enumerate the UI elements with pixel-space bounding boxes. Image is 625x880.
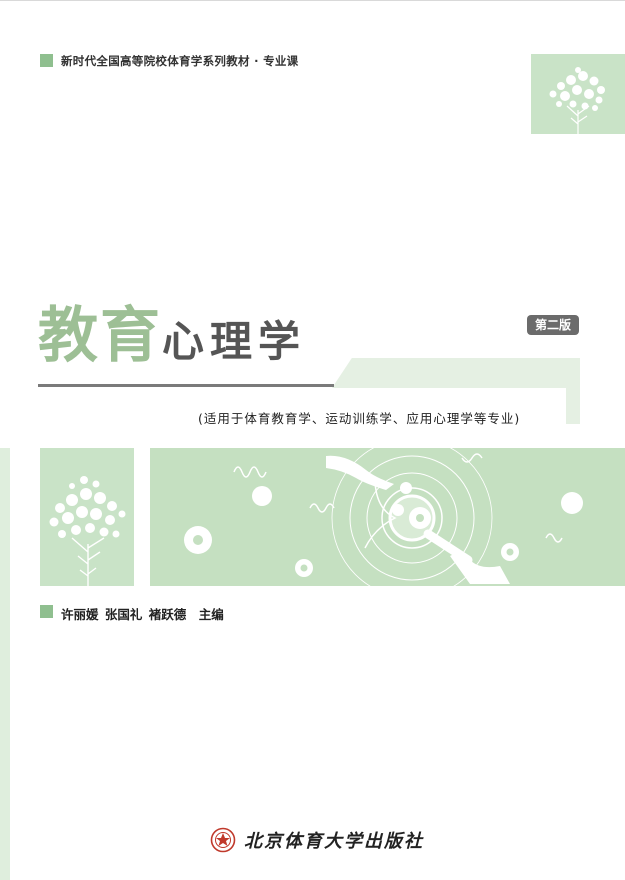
magnifier-icon [184,448,583,586]
top-rule [0,0,625,1]
title-underline [38,384,334,387]
publisher-name: 北京体育大学出版社 [244,831,424,852]
series-label: 新时代全国高等院校体育学系列教材 · 专业课 [61,54,299,68]
tree-icon [49,476,126,586]
book-title: 教育心理学 [38,298,306,374]
left-strip [0,448,10,880]
title-rest: 心理学 [162,317,307,366]
series-marker [40,54,53,67]
tree-icon [549,67,605,134]
title-band-side [566,358,580,424]
edition-badge: 第二版 [527,315,579,335]
author-marker [40,605,53,618]
authors: 许丽媛 张国礼 褚跃德 主编 [61,607,224,622]
tree-panel-left [40,448,134,586]
title-band [332,358,580,388]
title-accent: 教育 [38,301,162,371]
publisher-seal-icon [210,827,236,853]
subtitle: (适用于体育教育学、运动训练学、应用心理学等专业) [198,411,521,426]
publisher: 北京体育大学出版社 [210,822,424,858]
cover-illustration [150,448,625,586]
tree-panel-top [531,54,625,134]
